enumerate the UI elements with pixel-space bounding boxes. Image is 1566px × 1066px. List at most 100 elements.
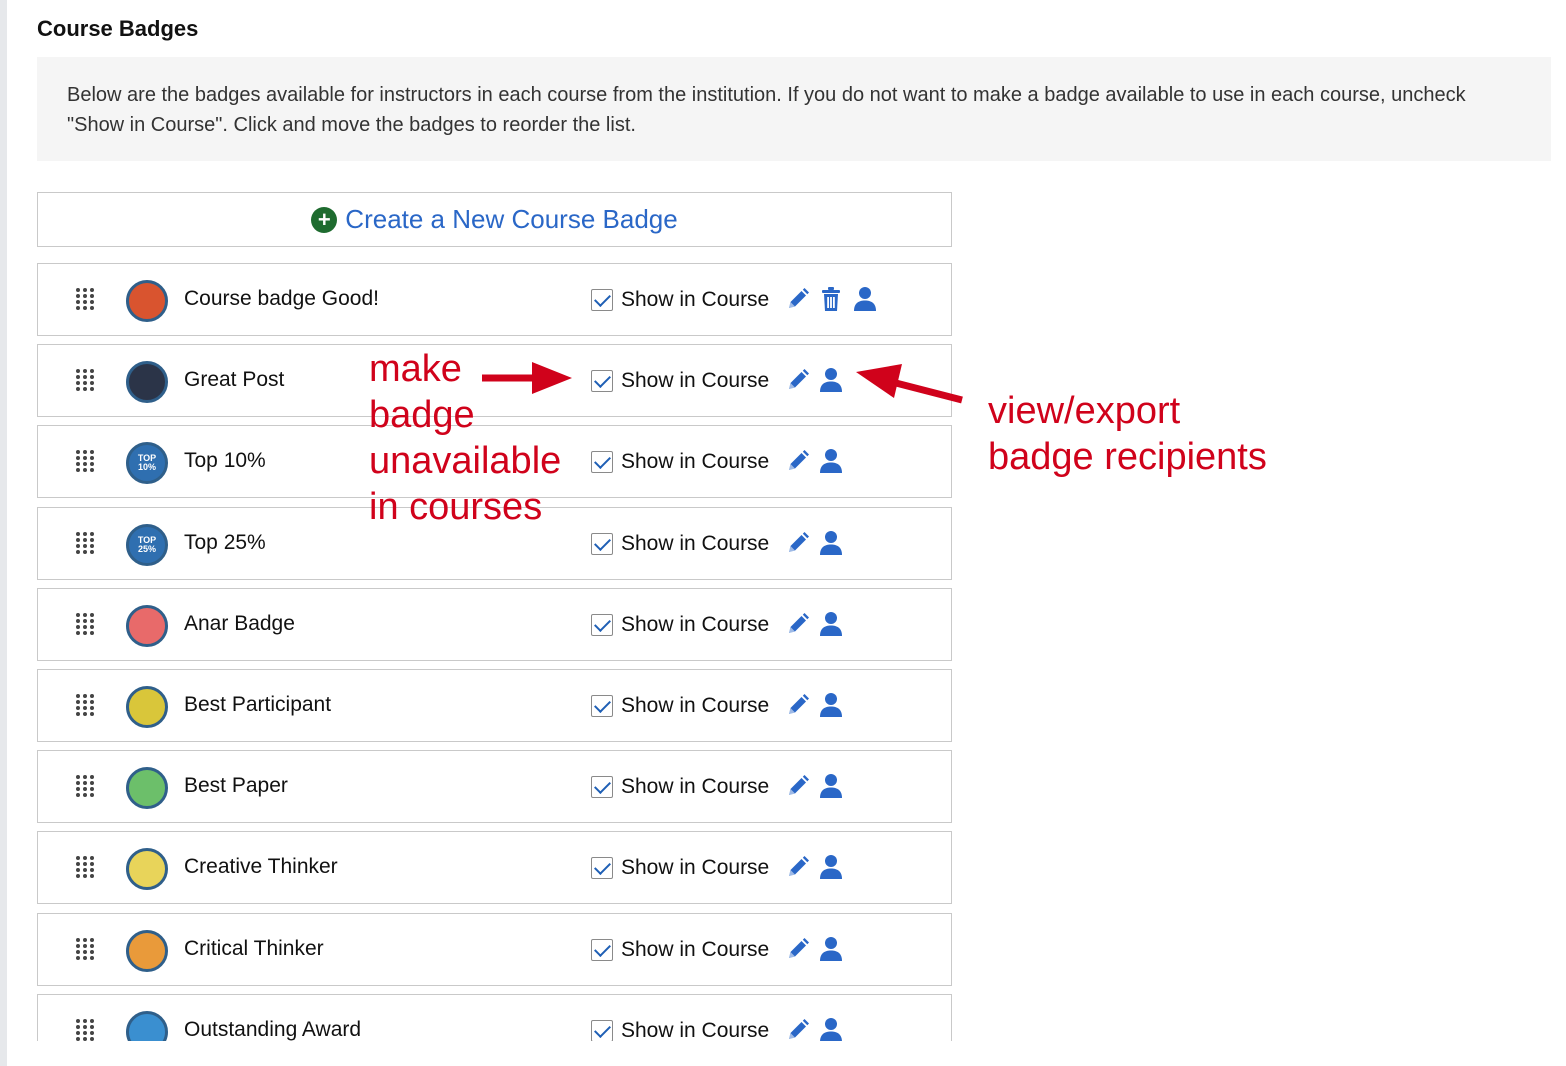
pomegranate-badge-icon	[126, 605, 168, 647]
show-in-course-checkbox[interactable]	[591, 695, 613, 717]
show-in-course-toggle[interactable]: Show in Course	[591, 532, 769, 556]
annotation-left-line: make	[369, 348, 462, 390]
create-badge-button[interactable]: + Create a New Course Badge	[37, 192, 952, 247]
badge-row[interactable]: Outstanding Award Show in Course	[37, 994, 952, 1041]
show-in-course-toggle[interactable]: Show in Course	[591, 1019, 769, 1041]
drag-handle-icon[interactable]	[76, 450, 96, 472]
show-in-course-label: Show in Course	[621, 613, 770, 636]
treasure-chest-badge-icon	[126, 280, 168, 322]
badge-row[interactable]: Creative Thinker Show in Course	[37, 831, 952, 904]
annotation-right-line: view/export	[988, 390, 1181, 432]
show-in-course-toggle[interactable]: Show in Course	[591, 938, 769, 962]
badge-row[interactable]: Course badge Good! Show in Course	[37, 263, 952, 336]
user-icon[interactable]	[853, 286, 877, 312]
pencil-icon[interactable]	[785, 1017, 809, 1041]
user-icon[interactable]	[819, 936, 843, 962]
annotation-right: view/export badge recipients	[988, 388, 1267, 480]
drag-handle-icon[interactable]	[76, 1019, 96, 1041]
plus-circle-icon: +	[311, 206, 338, 233]
badge-name: Creative Thinker	[184, 855, 338, 878]
paper-badge-icon	[126, 767, 168, 809]
annotation-left-line: in courses	[369, 486, 543, 528]
pencil-icon[interactable]	[785, 530, 809, 556]
trophy-badge-icon	[126, 1011, 168, 1041]
show-in-course-label: Show in Course	[621, 938, 770, 961]
drag-handle-icon[interactable]	[76, 856, 96, 878]
pencil-icon[interactable]	[785, 286, 809, 312]
drag-handle-icon[interactable]	[76, 532, 96, 554]
pencil-icon[interactable]	[785, 773, 809, 799]
badge-name: Critical Thinker	[184, 937, 324, 960]
show-in-course-toggle[interactable]: Show in Course	[591, 856, 769, 880]
user-icon[interactable]	[819, 773, 843, 799]
show-in-course-checkbox[interactable]	[591, 939, 613, 961]
annotation-left: make badge unavailable in courses	[369, 346, 561, 530]
show-in-course-toggle[interactable]: Show in Course	[591, 288, 769, 312]
annotation-left-line: unavailable	[369, 440, 562, 482]
show-in-course-checkbox[interactable]	[591, 533, 613, 555]
drag-handle-icon[interactable]	[76, 288, 96, 310]
show-in-course-label: Show in Course	[621, 775, 770, 798]
badge-row[interactable]: Anar Badge Show in Course	[37, 588, 952, 661]
user-icon[interactable]	[819, 692, 843, 718]
user-icon[interactable]	[819, 611, 843, 637]
user-icon[interactable]	[819, 530, 843, 556]
trash-icon[interactable]	[819, 286, 843, 312]
left-edge-rule	[0, 0, 7, 1066]
pencil-icon[interactable]	[785, 448, 809, 474]
pencil-icon[interactable]	[785, 367, 809, 393]
pencil-icon[interactable]	[785, 611, 809, 637]
show-in-course-checkbox[interactable]	[591, 614, 613, 636]
show-in-course-label: Show in Course	[621, 450, 770, 473]
pencil-icon[interactable]	[785, 936, 809, 962]
badge-name: Outstanding Award	[184, 1018, 362, 1041]
section-title: Course Badges	[37, 16, 199, 41]
drag-handle-icon[interactable]	[76, 369, 96, 391]
drag-handle-icon[interactable]	[76, 775, 96, 797]
great-post-badge-icon	[126, 361, 168, 403]
show-in-course-toggle[interactable]: Show in Course	[591, 369, 769, 393]
show-in-course-checkbox[interactable]	[591, 857, 613, 879]
lightbulb-badge-icon	[126, 848, 168, 890]
annotation-left-line: badge	[369, 394, 475, 436]
show-in-course-label: Show in Course	[621, 288, 770, 311]
badge-name: Best Paper	[184, 774, 288, 797]
show-in-course-checkbox[interactable]	[591, 370, 613, 392]
badge-name: Best Participant	[184, 693, 332, 716]
show-in-course-toggle[interactable]: Show in Course	[591, 450, 769, 474]
user-icon[interactable]	[819, 854, 843, 880]
drag-handle-icon[interactable]	[76, 613, 96, 635]
top-10-badge-icon: TOP 10%	[126, 442, 168, 484]
annotation-right-line: badge recipients	[988, 436, 1267, 478]
show-in-course-checkbox[interactable]	[591, 1020, 613, 1041]
badge-name: Course badge Good!	[184, 287, 379, 310]
raised-hand-badge-icon	[126, 686, 168, 728]
badge-row[interactable]: Best Paper Show in Course	[37, 750, 952, 823]
show-in-course-label: Show in Course	[621, 532, 770, 555]
show-in-course-label: Show in Course	[621, 694, 770, 717]
top-25-badge-icon: TOP 25%	[126, 524, 168, 566]
show-in-course-label: Show in Course	[621, 369, 770, 392]
info-text: Below are the badges available for instr…	[67, 84, 1466, 136]
show-in-course-toggle[interactable]: Show in Course	[591, 613, 769, 637]
badge-row[interactable]: Critical Thinker Show in Course	[37, 913, 952, 986]
badge-row[interactable]: Best Participant Show in Course	[37, 669, 952, 742]
info-box: Below are the badges available for instr…	[37, 57, 1551, 161]
show-in-course-checkbox[interactable]	[591, 451, 613, 473]
show-in-course-checkbox[interactable]	[591, 289, 613, 311]
thinking-head-badge-icon	[126, 930, 168, 972]
badge-name: Top 10%	[184, 449, 266, 472]
show-in-course-toggle[interactable]: Show in Course	[591, 694, 769, 718]
drag-handle-icon[interactable]	[76, 938, 96, 960]
user-icon[interactable]	[819, 1017, 843, 1041]
user-icon[interactable]	[819, 367, 843, 393]
show-in-course-toggle[interactable]: Show in Course	[591, 775, 769, 799]
badge-name: Anar Badge	[184, 612, 295, 635]
user-icon[interactable]	[819, 448, 843, 474]
show-in-course-label: Show in Course	[621, 856, 770, 879]
badge-name: Great Post	[184, 368, 285, 391]
pencil-icon[interactable]	[785, 692, 809, 718]
show-in-course-checkbox[interactable]	[591, 776, 613, 798]
drag-handle-icon[interactable]	[76, 694, 96, 716]
pencil-icon[interactable]	[785, 854, 809, 880]
